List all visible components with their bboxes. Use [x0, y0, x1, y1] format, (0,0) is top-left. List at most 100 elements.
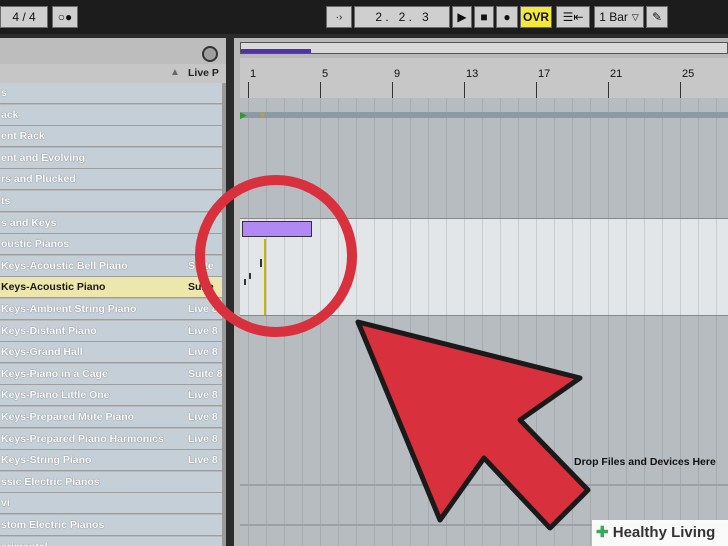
ovr-button[interactable]: OVR	[520, 6, 552, 28]
ruler-bar-label: 17	[538, 68, 551, 80]
browser-row[interactable]: oustic Pianos	[0, 234, 222, 256]
browser-row[interactable]: ent Rack	[0, 126, 222, 148]
browser-row-name: Keys-Prepared Piano Harmonics	[1, 432, 164, 445]
grid-line	[320, 219, 321, 315]
browser-row[interactable]: erimental	[0, 536, 222, 546]
follow-arrow-button[interactable]: ·›	[326, 6, 352, 28]
browser-row[interactable]: Keys-Ambient String Piano Live 8	[0, 299, 222, 320]
grid-line	[644, 219, 645, 315]
grid-line	[644, 98, 645, 546]
grid-line	[554, 98, 555, 546]
grid-line	[356, 98, 357, 546]
browser-row-pack: Live 8	[188, 411, 218, 423]
browser-row-name: Keys-Piano Little One	[1, 389, 110, 402]
sort-arrow-icon[interactable]: ▲	[170, 67, 180, 78]
play-button[interactable]: ▶	[452, 6, 472, 28]
browser-row[interactable]: Keys-Prepared Piano Harmonics Live 8	[0, 428, 222, 450]
browser-row-name: ent Rack	[1, 130, 45, 143]
midi-track-lane[interactable]	[240, 218, 728, 316]
browser-row[interactable]: ent and Evolving	[0, 147, 222, 169]
hotswap-icon[interactable]	[202, 46, 218, 62]
grid-line	[284, 98, 285, 546]
grid-line	[374, 98, 375, 546]
grid-line	[446, 98, 447, 546]
play-icon: ▶	[457, 10, 467, 24]
midi-clip[interactable]	[242, 221, 312, 237]
record-button[interactable]: ●	[496, 6, 518, 28]
quantize-select[interactable]: 1 Bar ▽	[594, 6, 644, 28]
browser-row[interactable]: vi	[0, 493, 222, 515]
column-header-label[interactable]: Live P	[188, 67, 219, 79]
browser-row-pack: Live 8	[188, 346, 218, 359]
browser-row[interactable]: rs and Plucked	[0, 169, 222, 191]
track-divider	[240, 484, 728, 486]
grid-line	[320, 98, 321, 546]
record-icon: ●	[503, 10, 511, 24]
grid-line	[662, 98, 663, 546]
grid-line	[482, 98, 483, 546]
browser-row[interactable]: Keys-Distant Piano Live 8	[0, 320, 222, 342]
overview-visible-range[interactable]	[241, 49, 311, 53]
browser-row[interactable]: Keys-Grand Hall Live 8	[0, 342, 222, 364]
browser-row-name: Keys-Grand Hall	[1, 346, 83, 359]
pencil-button[interactable]: ✎	[646, 6, 668, 28]
arrangement-grid[interactable]: ▶ ▼ Drop Files and Devices Here	[240, 98, 728, 546]
watermark: ✚ Healthy Living	[592, 520, 728, 546]
browser-row[interactable]: ts	[0, 191, 222, 212]
quantize-value: 1 Bar	[599, 10, 628, 24]
browser-row-name: Keys-Prepared Mute Piano	[1, 411, 135, 423]
browser-panel: ▲ Live P s ack ent Rack ent and Evolving rs …	[0, 38, 226, 546]
grid-line	[698, 98, 699, 546]
browser-row[interactable]: Keys-Piano Little One Live 8	[0, 385, 222, 407]
browser-row[interactable]: Keys-Acoustic Bell Piano Suite	[0, 255, 222, 277]
grid-line	[572, 98, 573, 546]
browser-row-pack: Live 8	[188, 454, 218, 467]
pencil-icon: ✎	[651, 10, 663, 24]
browser-row[interactable]: ack	[0, 104, 222, 126]
browser-row[interactable]: Keys-String Piano Live 8	[0, 450, 222, 472]
ruler-tick	[320, 82, 321, 98]
transport-bar: 4 / 4 ○● ·› 2 . 2 . 3 ▶ ■ ● OVR ☰⇤ 1 Bar…	[0, 0, 728, 34]
beat-time-ruler[interactable]: 15913172125 > <	[240, 58, 728, 113]
start-marker-icon[interactable]: ▶	[240, 110, 247, 121]
grid-line	[410, 219, 411, 315]
ruler-tick	[464, 82, 465, 98]
stop-icon: ■	[480, 10, 488, 24]
playhead	[264, 239, 266, 315]
arrangement-overview[interactable]	[240, 42, 728, 54]
loop-icon: ○●	[57, 10, 73, 24]
grid-line	[536, 219, 537, 315]
draw-mode-button[interactable]: ☰⇤	[556, 6, 590, 28]
grid-line	[518, 219, 519, 315]
grid-line	[626, 98, 627, 546]
browser-scrollbar[interactable]	[222, 83, 226, 546]
browser-row[interactable]: s and Keys	[0, 212, 222, 234]
browser-row[interactable]: ssic Electric Pianos	[0, 471, 222, 493]
time-signature[interactable]: 4 / 4	[0, 6, 48, 28]
grid-line	[446, 219, 447, 315]
grid-line	[500, 98, 501, 546]
grid-line	[374, 219, 375, 315]
browser-row[interactable]: s	[0, 83, 222, 104]
browser-row-name: s and Keys	[1, 216, 57, 229]
ruler-tick	[608, 82, 609, 98]
browser-row-pack: Live 8	[188, 432, 218, 445]
grid-line	[536, 98, 537, 546]
grid-line	[464, 219, 465, 315]
locator-lane[interactable]: ▶ ▼	[240, 110, 728, 121]
song-position[interactable]: 2 . 2 . 3	[354, 6, 450, 28]
browser-row-pack: Suite	[188, 281, 214, 294]
browser-row[interactable]: Keys-Prepared Mute Piano Live 8	[0, 407, 222, 428]
grid-line	[392, 98, 393, 546]
browser-row-name: Keys-Acoustic Piano	[1, 281, 106, 294]
grid-line	[356, 219, 357, 315]
locator-marker-icon[interactable]: ▼	[258, 110, 267, 120]
browser-row[interactable]: stom Electric Pianos	[0, 515, 222, 536]
follow-button[interactable]: ○●	[52, 6, 78, 28]
grid-line	[572, 219, 573, 315]
browser-row[interactable]: Keys-Piano in a Cage Suite 8	[0, 363, 222, 385]
stop-button[interactable]: ■	[474, 6, 494, 28]
browser-row-name: ssic Electric Pianos	[1, 475, 100, 488]
grid-line	[554, 219, 555, 315]
browser-row[interactable]: Keys-Acoustic Piano Suite	[0, 277, 222, 299]
